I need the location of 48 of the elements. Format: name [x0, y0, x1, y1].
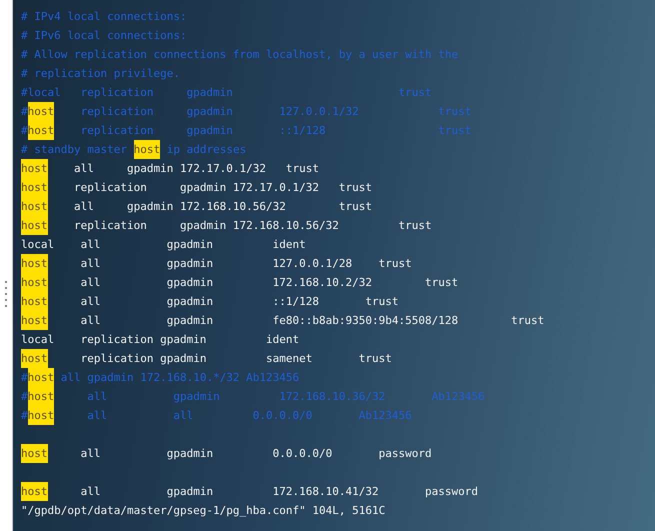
search-match: host	[28, 368, 54, 387]
comment-text: # IPv4 local connections:	[21, 10, 187, 23]
comment-text: #	[21, 409, 28, 422]
comment-text: #local replication gpadmin trust	[21, 86, 432, 99]
config-text: replication gpadmin 172.168.10.56/32 trust	[72, 219, 432, 232]
config-text: all gpadmin fe80::b8ab:9350:9b4:5508/128 trust	[80, 314, 544, 327]
search-match: host	[134, 140, 160, 159]
comment-text: replication gpadmin ::1/128 trust	[80, 124, 472, 137]
search-match: host	[28, 102, 54, 121]
comment-text: # Allow replication connections from localhost, by a user with the	[21, 48, 458, 61]
config-text: all gpadmin 0.0.0.0/0 password	[80, 447, 432, 460]
config-text: all gpadmin ::1/128 trust	[80, 295, 398, 308]
search-match: host	[21, 159, 48, 178]
config-text: local replication gpadmin ident	[21, 333, 300, 346]
comment-text: #	[21, 371, 28, 384]
search-match: host	[28, 121, 54, 140]
comment-text: #	[21, 105, 28, 118]
search-match: host	[21, 444, 48, 463]
comment-text: #	[21, 124, 28, 137]
config-text: all gpadmin 172.17.0.1/32 trust	[72, 162, 320, 175]
comment-text: all all 0.0.0.0/0 Ab123456	[86, 409, 412, 422]
comment-text: # replication privilege.	[21, 67, 180, 80]
search-match: host	[21, 311, 48, 330]
config-text: replication gpadmin samenet trust	[80, 352, 392, 365]
config-text: replication gpadmin 172.17.0.1/32 trust	[72, 181, 372, 194]
comment-text: # IPv6 local connections:	[21, 29, 187, 42]
search-match: host	[21, 178, 48, 197]
comment-text: replication gpadmin 127.0.0.1/32 trust	[80, 105, 472, 118]
config-text: all gpadmin 127.0.0.1/28 trust	[80, 257, 412, 270]
search-match: host	[21, 254, 48, 273]
comment-text: #	[21, 390, 28, 403]
search-match: host	[21, 349, 48, 368]
config-text: all gpadmin 172.168.10.41/32 password	[80, 485, 478, 498]
comment-text: all gpadmin 172.168.10.*/32 Ab123456	[60, 371, 300, 384]
search-match: host	[28, 387, 54, 406]
comment-text: ip addresses	[166, 143, 246, 156]
config-text: all gpadmin 172.168.10.2/32 trust	[80, 276, 458, 289]
comment-text: all gpadmin 172.168.10.36/32 Ab123456	[86, 390, 485, 403]
search-match: host	[21, 292, 48, 311]
comment-text: # standby master	[21, 143, 128, 156]
config-text: all gpadmin 172.168.10.56/32 trust	[72, 200, 372, 213]
search-match: host	[21, 482, 48, 501]
search-match: host	[21, 197, 48, 216]
status-message: "/gpdb/opt/data/master/gpseg-1/pg_hba.conf" 104L, 5161C	[21, 504, 386, 517]
config-text: local all gpadmin ident	[21, 238, 306, 251]
search-match: host	[21, 273, 48, 292]
search-match: host	[21, 216, 48, 235]
search-match: host	[28, 406, 54, 425]
